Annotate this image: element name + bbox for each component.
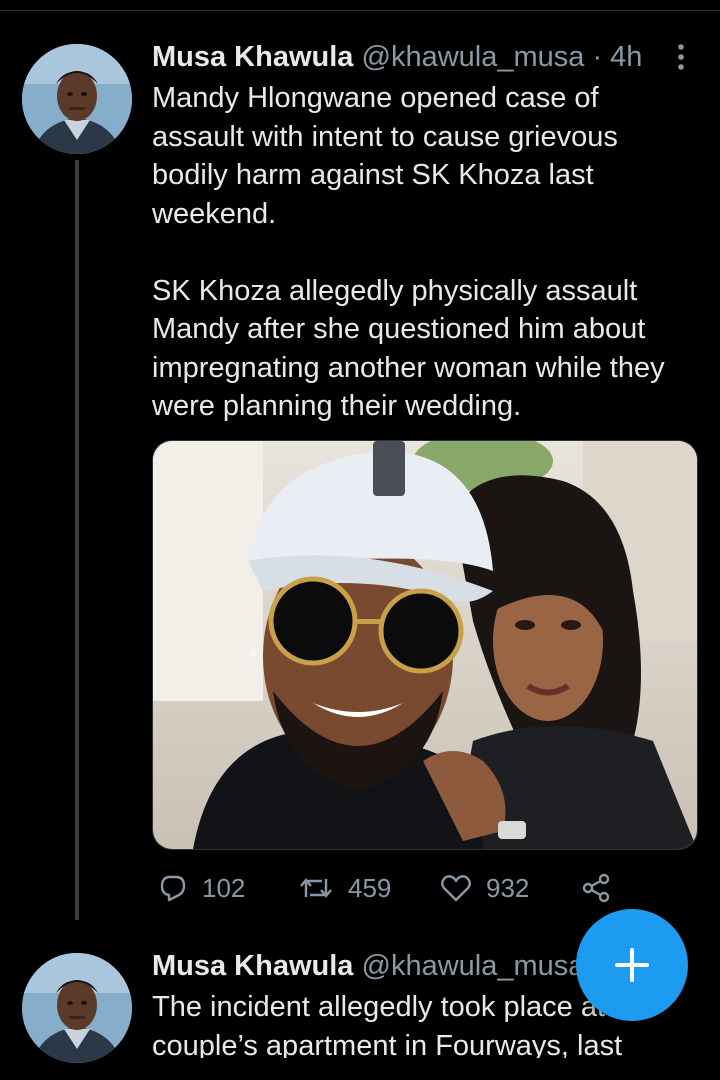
plus-icon (615, 948, 649, 982)
heart-icon (441, 875, 471, 902)
author-name[interactable]: Musa Khawula (152, 41, 353, 73)
tweet-header: Musa Khawula @khawula_musa (152, 950, 582, 983)
reply-button[interactable]: 102 (158, 868, 245, 908)
tweet-text: Mandy Hlongwane opened case of assault w… (152, 82, 665, 422)
avatar-photo (22, 953, 132, 1063)
share-icon (582, 873, 610, 903)
avatar[interactable] (22, 953, 132, 1063)
thread-line (75, 160, 79, 920)
top-divider (0, 10, 720, 11)
reply-count: 102 (202, 872, 246, 903)
timestamp[interactable]: 4h (610, 41, 642, 73)
tweet-photo[interactable] (152, 440, 698, 850)
author-handle[interactable]: @khawula_musa (362, 41, 585, 73)
author-handle[interactable]: @khawula_musa (362, 950, 583, 982)
retweet-button[interactable]: 459 (298, 868, 391, 908)
share-button[interactable] (580, 868, 626, 908)
reply-icon (160, 875, 186, 902)
avatar[interactable] (22, 44, 132, 154)
like-button[interactable]: 932 (440, 868, 529, 908)
avatar-photo (22, 44, 132, 154)
retweet-icon (300, 878, 332, 898)
photo-image (153, 441, 697, 849)
author-name[interactable]: Musa Khawula (152, 950, 353, 982)
compose-button[interactable] (576, 909, 688, 1021)
retweet-count: 459 (348, 872, 392, 903)
tweet-header: Musa Khawula @khawula_musa · 4h (152, 41, 672, 74)
more-vertical-icon[interactable] (676, 42, 686, 72)
like-count: 932 (486, 872, 530, 903)
separator: · (584, 41, 611, 73)
